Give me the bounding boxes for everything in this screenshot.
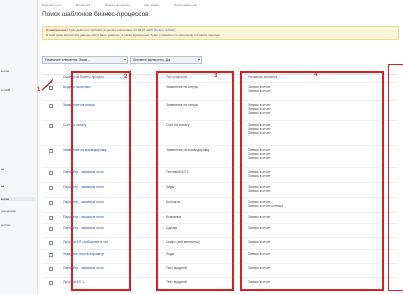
row-checkbox[interactable] <box>49 267 53 271</box>
left-sidebar: ессов я CRM ия ва ессов процессов ерство <box>0 0 38 294</box>
row-checkbox[interactable] <box>49 241 53 245</box>
breadcrumb-item[interactable]: Настройки <box>144 3 159 7</box>
highlight-box-4 <box>240 71 384 291</box>
main-content: Рабочий стол Битрикс24 Бизнес-процессы Н… <box>37 0 403 294</box>
highlight-box-2 <box>71 71 131 291</box>
row-checkbox[interactable] <box>49 171 53 175</box>
row-checkbox[interactable] <box>49 201 53 205</box>
highlight-box-5 <box>388 64 403 291</box>
row-checkbox[interactable] <box>49 253 53 257</box>
row-checkbox[interactable] <box>49 216 53 220</box>
row-checkbox[interactable] <box>49 124 53 128</box>
highlight-box-3 <box>156 71 234 291</box>
sidebar-item[interactable]: ерство <box>1 223 10 227</box>
chevron-down-icon[interactable]: ▾ <box>198 57 200 63</box>
breadcrumb-item[interactable]: Поиск шаблонов <box>174 3 197 7</box>
breadcrumb-item[interactable]: Бизнес-процессы <box>105 3 129 7</box>
sidebar-item[interactable]: процессов <box>1 209 16 213</box>
annotation-1: 1 <box>37 87 41 93</box>
annotation-3: 3 <box>214 73 218 79</box>
license-notice: Ознакомьтесь! Срок действия пробной лице… <box>42 26 399 40</box>
row-checkbox[interactable] <box>49 281 53 285</box>
annotation-4: 4 <box>314 72 318 78</box>
filter-active-label: Активен: включено: Да <box>133 58 171 62</box>
buy-link[interactable]: (Купить сейчас) <box>154 28 176 32</box>
sidebar-item-active[interactable]: ессов <box>1 197 35 201</box>
row-checkbox[interactable] <box>49 227 53 231</box>
row-checkbox[interactable] <box>49 186 53 190</box>
sidebar-item[interactable]: ия <box>1 167 4 171</box>
notice-text: Срок действия пробной лицензии заканчива… <box>67 28 153 32</box>
chevron-down-icon[interactable]: ▾ <box>124 57 126 63</box>
sidebar-item[interactable]: ва <box>1 184 4 188</box>
arrow-annotation <box>41 79 53 91</box>
sidebar-item[interactable]: ессов <box>1 69 9 73</box>
annotation-2: 2 <box>124 74 128 80</box>
sidebar-item[interactable]: я CRM <box>1 88 10 92</box>
row-checkbox[interactable] <box>49 149 53 153</box>
filter-active[interactable]: Активен: включено: Да ▾ <box>130 56 202 64</box>
row-checkbox[interactable] <box>49 104 53 108</box>
notice-text-secondary: В этой демо-версии все данные могут быть… <box>46 32 221 37</box>
